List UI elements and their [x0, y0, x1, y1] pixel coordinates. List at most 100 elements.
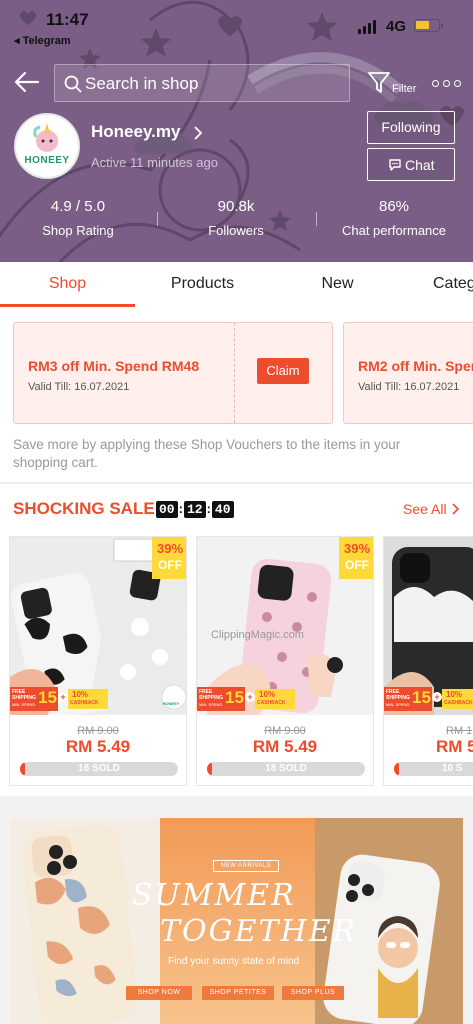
discount-percent: 39% — [156, 541, 184, 556]
sold-progress-bar: 10 S — [394, 762, 473, 776]
original-price: RM 9.00 — [264, 725, 306, 737]
product-card[interactable]: HONEEY 39% OFF FREE SHIPPING MIN. SPEND … — [9, 536, 187, 786]
voucher-validity: Valid Till: 16.07.2021 — [28, 381, 130, 393]
discount-badge: 39% OFF — [339, 537, 373, 579]
chat-label: Chat — [405, 157, 435, 173]
stat-label: Chat performance — [341, 223, 447, 238]
following-button[interactable]: Following — [367, 111, 455, 144]
promo-min-spend-value: 15 — [412, 688, 431, 707]
shop-search-input[interactable] — [85, 71, 340, 97]
shop-tabs: Shop Products New Categ — [0, 262, 473, 308]
product-card[interactable]: ClippingMagic.com 39% OFF FREE SHIPPING … — [196, 536, 374, 786]
promo-cashback: CASHBACK — [70, 700, 99, 706]
shop-active-status: Active 11 minutes ago — [91, 155, 218, 170]
shop-now-button[interactable]: SHOP NOW — [126, 986, 192, 1000]
filter-label: Filter — [392, 83, 417, 95]
sale-price: RM 5.49 — [252, 737, 318, 756]
timer-minutes: 12 — [183, 501, 206, 518]
shocking-sale-section: SHOCKING SALE 00:12:40 See All HONEEY 39… — [0, 484, 473, 796]
plus-icon: + — [432, 692, 442, 702]
sold-count: 18 SOLD — [265, 763, 307, 774]
stat-divider — [316, 212, 317, 226]
discount-off-label: OFF — [158, 558, 182, 572]
product-image[interactable]: ClippingMagic.com 39% OFF FREE SHIPPING … — [197, 537, 373, 715]
discount-badge: 39% OFF — [152, 537, 186, 579]
battery-icon — [414, 19, 443, 32]
shop-page: 11:47 ◂ Telegram 4G Filter — [0, 0, 473, 1024]
stat-label: Followers — [208, 223, 264, 238]
promo-cashback: CASHBACK — [257, 700, 286, 706]
plus-icon: + — [58, 692, 68, 702]
status-bar: 11:47 ◂ Telegram 4G — [0, 0, 473, 54]
promo-cashback-percent: 10% — [72, 690, 89, 699]
voucher-card: RM2 off Min. Sper Valid Till: 16.07.2021 — [343, 322, 473, 424]
claim-voucher-button[interactable]: Claim — [257, 358, 309, 384]
sold-count: 10 S — [442, 763, 463, 774]
sold-progress-bar: 16 SOLD — [20, 762, 178, 776]
chat-bubble-icon — [389, 159, 401, 171]
chevron-right-icon[interactable] — [451, 502, 461, 516]
product-watermark: ClippingMagic.com — [211, 629, 304, 641]
sold-progress-bar: 18 SOLD — [207, 762, 365, 776]
stat-label: Shop Rating — [42, 223, 114, 238]
shop-plus-button[interactable]: SHOP PLUS — [282, 986, 344, 1000]
active-tab-indicator — [0, 304, 135, 307]
back-to-app-link[interactable]: ◂ Telegram — [14, 34, 71, 47]
promo-free-shipping: FREE SHIPPING — [386, 689, 410, 701]
voucher-divider — [234, 323, 235, 423]
sale-price: RM 5 — [436, 737, 473, 756]
timer-seconds: 40 — [211, 501, 234, 518]
tab-categories[interactable]: Categ — [405, 262, 473, 308]
tab-shop[interactable]: Shop — [0, 262, 135, 308]
promo-cashback: CASHBACK — [444, 700, 473, 706]
see-all-link[interactable]: See All — [403, 501, 447, 517]
filter-button[interactable]: Filter — [366, 70, 426, 100]
voucher-title: RM3 off Min. Spend RM48 — [28, 358, 200, 374]
sold-count: 16 SOLD — [78, 763, 120, 774]
stat-shop-rating: 4.9 / 5.0 Shop Rating — [28, 198, 128, 238]
product-card[interactable]: FREE SHIPPING MIN. SPEND 15 + 10% CASHBA… — [383, 536, 473, 786]
shop-name[interactable]: Honeey.my — [91, 122, 180, 142]
product-image[interactable]: HONEEY 39% OFF FREE SHIPPING MIN. SPEND … — [10, 537, 186, 715]
product-image[interactable]: FREE SHIPPING MIN. SPEND 15 + 10% CASHBA… — [384, 537, 473, 715]
stat-chat-performance: 86% Chat performance — [334, 198, 454, 238]
voucher-validity: Valid Till: 16.07.2021 — [358, 381, 460, 393]
shop-logo[interactable]: HONEEY — [14, 113, 80, 179]
summer-banner[interactable]: NEW ARRIVALS SUMMER TOGETHER Find your s… — [10, 818, 463, 1024]
shop-petites-button[interactable]: SHOP PETITES — [202, 986, 274, 1000]
stat-value: 4.9 / 5.0 — [50, 198, 106, 215]
banner-headline-2: TOGETHER — [160, 914, 358, 949]
promo-strip: FREE SHIPPING MIN. SPEND 15 + 10% CASHBA… — [10, 687, 186, 711]
banner-subtitle: Find your sunny state of mind — [168, 956, 300, 967]
promo-cashback-percent: 10% — [259, 690, 276, 699]
tab-new[interactable]: New — [270, 262, 405, 308]
voucher-card: RM3 off Min. Spend RM48 Valid Till: 16.0… — [13, 322, 333, 424]
discount-percent: 39% — [343, 541, 371, 556]
promo-min-spend: MIN. SPEND — [199, 702, 223, 707]
chat-button[interactable]: Chat — [367, 148, 455, 181]
discount-off-label: OFF — [345, 558, 369, 572]
shop-logo-text: HONEEY — [24, 155, 70, 166]
voucher-note: Save more by applying these Shop Voucher… — [13, 437, 401, 470]
signal-icon — [358, 20, 378, 34]
promo-cashback-percent: 10% — [446, 690, 463, 699]
back-button[interactable] — [12, 66, 44, 98]
chevron-right-icon[interactable] — [192, 125, 204, 141]
countdown-timer: 00:12:40 — [156, 500, 234, 518]
stat-followers: 90.8k Followers — [186, 198, 286, 238]
promo-free-shipping: FREE SHIPPING — [12, 689, 36, 701]
plus-icon: + — [245, 692, 255, 702]
promo-min-spend: MIN. SPEND — [386, 702, 410, 707]
more-options-icon[interactable] — [432, 78, 464, 90]
promo-min-spend-value: 15 — [225, 688, 244, 707]
promo-strip: FREE SHIPPING MIN. SPEND 15 + 10% CASHBA… — [197, 687, 373, 711]
promo-min-spend: MIN. SPEND — [12, 702, 36, 707]
tab-products[interactable]: Products — [135, 262, 270, 308]
promo-strip: FREE SHIPPING MIN. SPEND 15 + 10% CASHBA… — [384, 687, 473, 711]
sale-title: SHOCKING SALE — [13, 499, 155, 518]
shop-search-box[interactable] — [54, 64, 350, 102]
promo-min-spend-value: 15 — [38, 688, 57, 707]
filter-icon — [368, 72, 390, 93]
search-icon — [64, 75, 82, 93]
banner-headline-1: SUMMER — [132, 878, 296, 913]
